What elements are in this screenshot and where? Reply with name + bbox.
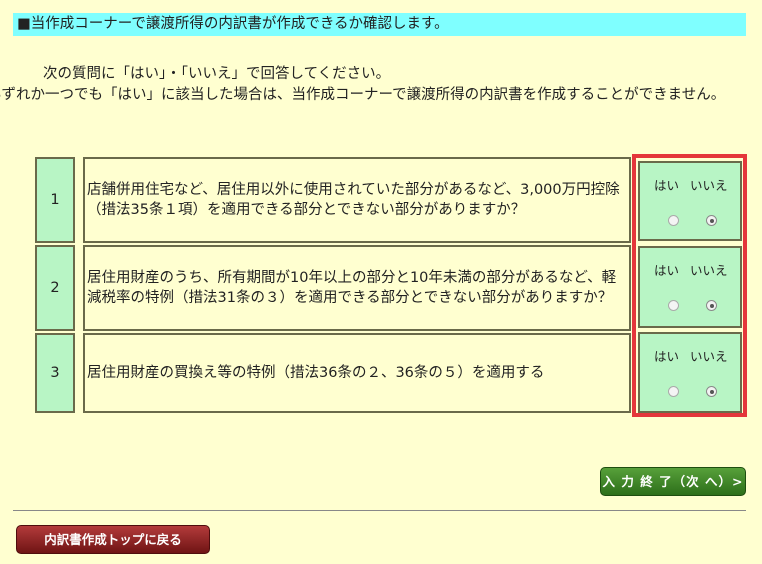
divider — [13, 510, 746, 511]
question-number-2: 2 — [35, 245, 75, 331]
radio-yes-1[interactable] — [668, 215, 679, 226]
answer-group-2: はい いいえ — [638, 246, 742, 328]
finish-input-next-button[interactable]: 入 力 終 了（次 へ）> — [600, 467, 746, 496]
no-label: いいえ — [690, 349, 728, 364]
no-label: いいえ — [690, 178, 728, 193]
radio-no-2[interactable] — [706, 300, 717, 311]
radio-yes-3[interactable] — [668, 386, 679, 397]
back-to-top-button[interactable]: 内訳書作成トップに戻る — [16, 525, 210, 554]
yes-label: はい — [654, 178, 680, 193]
radio-no-3[interactable] — [706, 386, 717, 397]
question-number-1: 1 — [35, 157, 75, 243]
question-text-1: 店舗併用住宅など、居住用以外に使用されていた部分があるなど、3,000万円控除（… — [83, 157, 631, 243]
question-text-3: 居住用財産の買換え等の特例（措法36条の２、36条の５）を適用する — [83, 333, 631, 413]
instruction-line-1: 次の質問に「はい」・「いいえ」で回答してください。 — [43, 66, 391, 82]
yes-label: はい — [654, 349, 680, 364]
question-text-2-label: 居住用財産のうち、所有期間が10年以上の部分と10年未満の部分があるなど、軽減税… — [87, 270, 617, 306]
answer-group-1: はい いいえ — [638, 161, 742, 241]
question-text-2: 居住用財産のうち、所有期間が10年以上の部分と10年未満の部分があるなど、軽減税… — [83, 245, 631, 331]
radio-no-1[interactable] — [706, 215, 717, 226]
answer-group-3: はい いいえ — [638, 332, 742, 413]
question-text-1-label: 店舗併用住宅など、居住用以外に使用されていた部分があるなど、3,000万円控除（… — [87, 182, 620, 218]
question-number-3: 3 — [35, 333, 75, 413]
instructions: 次の質問に「はい」・「いいえ」で回答してください。 いずれか一つでも「はい」に該… — [0, 64, 750, 106]
question-text-3-label: 居住用財産の買換え等の特例（措法36条の２、36条の５）を適用する — [87, 365, 545, 381]
instruction-line-2: いずれか一つでも「はい」に該当した場合は、当作成コーナーで譲渡所得の内訳書を作成… — [0, 87, 726, 103]
page-banner: ■当作成コーナーで譲渡所得の内訳書が作成できるか確認します。 — [13, 13, 746, 36]
yes-label: はい — [654, 263, 680, 278]
no-label: いいえ — [690, 263, 728, 278]
radio-yes-2[interactable] — [668, 300, 679, 311]
